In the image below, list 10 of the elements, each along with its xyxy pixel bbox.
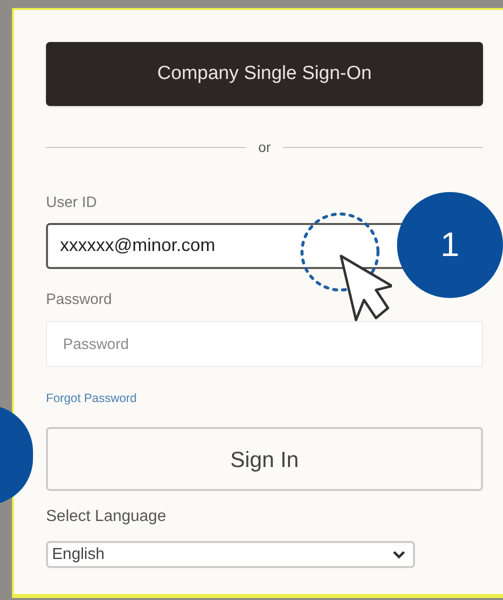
chevron-down-icon xyxy=(393,550,405,558)
password-field[interactable]: Password xyxy=(46,321,483,367)
sign-in-button[interactable]: Sign In xyxy=(46,427,483,491)
field-label: Password xyxy=(46,290,112,310)
language-select[interactable]: English xyxy=(46,541,415,568)
divider-label: or xyxy=(258,138,271,157)
sso-button[interactable]: Company Single Sign-On xyxy=(46,42,483,106)
forgot-password-link[interactable]: Forgot Password xyxy=(46,389,137,407)
field-label: Select Language xyxy=(46,507,166,527)
field-label: User ID xyxy=(46,193,97,213)
